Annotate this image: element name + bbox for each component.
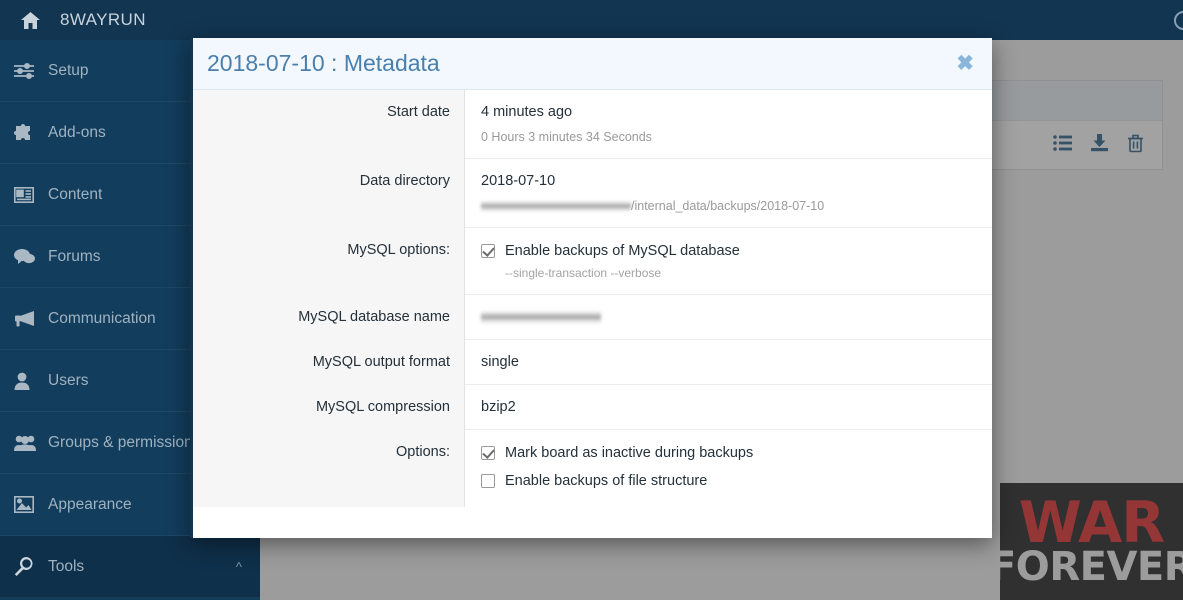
field-row-mysql-database-name: MySQL database name: [193, 295, 992, 341]
sidebar-item-label: Users: [48, 371, 89, 389]
field-value: Mark board as inactive during backups En…: [465, 430, 992, 506]
redacted-database-name: [481, 310, 601, 325]
start-date-duration: 0 Hours 3 minutes 34 Seconds: [481, 130, 652, 144]
field-label: MySQL options:: [193, 228, 465, 296]
field-value: 4 minutes ago 0 Hours 3 minutes 34 Secon…: [465, 90, 992, 159]
sidebar-item-label: Setup: [48, 61, 89, 79]
field-label: MySQL output format: [193, 340, 465, 386]
mysql-options-flags: --single-transaction --verbose: [505, 266, 662, 281]
sidebar-item-label: Tools: [48, 557, 85, 575]
puzzle-icon: [14, 123, 48, 142]
field-row-mysql-compression: MySQL compression bzip2: [193, 385, 992, 431]
sidebar-item-tools[interactable]: Tools ^: [0, 536, 260, 598]
redacted-path-prefix: [481, 200, 631, 214]
field-row-options: Options: Mark board as inactive during b…: [193, 430, 992, 507]
checkbox-enable-mysql-backups[interactable]: [481, 244, 495, 259]
metadata-modal: 2018-07-10 : Metadata ✖ Start date 4 min…: [190, 38, 992, 538]
sidebar-item-label: Groups & permissions: [48, 433, 201, 451]
field-row-start-date: Start date 4 minutes ago 0 Hours 3 minut…: [193, 90, 992, 159]
wrench-icon: [14, 557, 48, 576]
data-directory-path-visible: /internal_data/backups/2018-07-10: [631, 199, 825, 213]
field-row-data-directory: Data directory 2018-07-10 /internal_data…: [193, 159, 992, 229]
data-directory-path: /internal_data/backups/2018-07-10: [481, 199, 976, 214]
checkbox-row[interactable]: Enable backups of MySQL database: [481, 242, 976, 260]
top-navigation-bar: 8WAYRUN: [0, 0, 1183, 40]
field-value: [465, 295, 992, 341]
screen: 8WAYRUN Setup Add-ons Content Forums Com…: [0, 0, 1183, 600]
user-icon: [14, 372, 48, 390]
field-row-mysql-output-format: MySQL output format single: [193, 340, 992, 386]
field-value: bzip2: [465, 385, 992, 431]
sidebar-item-label: Appearance: [48, 495, 132, 513]
field-label: Options:: [193, 430, 465, 507]
brand-title[interactable]: 8WAYRUN: [60, 10, 146, 30]
modal-header: 2018-07-10 : Metadata ✖: [193, 38, 992, 90]
home-icon[interactable]: [0, 11, 60, 29]
field-label: MySQL compression: [193, 385, 465, 431]
sidebar-item-label: Content: [48, 185, 103, 203]
checkbox-row[interactable]: Mark board as inactive during backups: [481, 444, 976, 462]
checkbox-label: Enable backups of file structure: [505, 473, 708, 490]
checkbox-enable-file-structure-backups[interactable]: [481, 474, 495, 489]
checkbox-label: Enable backups of MySQL database: [505, 243, 740, 260]
data-directory-value: 2018-07-10: [481, 173, 556, 189]
chevron-up-icon[interactable]: ^: [236, 559, 242, 574]
modal-body: Start date 4 minutes ago 0 Hours 3 minut…: [193, 90, 992, 538]
field-label: Data directory: [193, 159, 465, 229]
field-value: single: [465, 340, 992, 386]
field-value: Enable backups of MySQL database --singl…: [465, 228, 992, 296]
checkbox-row[interactable]: Enable backups of file structure: [481, 472, 976, 490]
field-value: 2018-07-10 /internal_data/backups/2018-0…: [465, 159, 992, 229]
image-icon: [14, 496, 48, 513]
newspaper-icon: [14, 186, 48, 203]
checkbox-label: Mark board as inactive during backups: [505, 445, 754, 462]
users-icon: [14, 434, 48, 451]
sidebar-item-label: Communication: [48, 309, 156, 327]
bullhorn-icon: [14, 310, 48, 327]
field-row-mysql-options: MySQL options: Enable backups of MySQL d…: [193, 228, 992, 296]
close-icon[interactable]: ✖: [956, 53, 974, 74]
start-date-value: 4 minutes ago: [481, 104, 573, 120]
modal-title: 2018-07-10 : Metadata: [207, 50, 440, 76]
field-label: MySQL database name: [193, 295, 465, 341]
checkbox-mark-board-inactive[interactable]: [481, 446, 495, 461]
sliders-icon: [14, 62, 48, 79]
search-icon[interactable]: [1174, 11, 1183, 30]
field-label: Start date: [193, 90, 465, 159]
sidebar-item-label: Forums: [48, 247, 101, 265]
sidebar-item-label: Add-ons: [48, 123, 106, 141]
comments-icon: [14, 248, 48, 265]
